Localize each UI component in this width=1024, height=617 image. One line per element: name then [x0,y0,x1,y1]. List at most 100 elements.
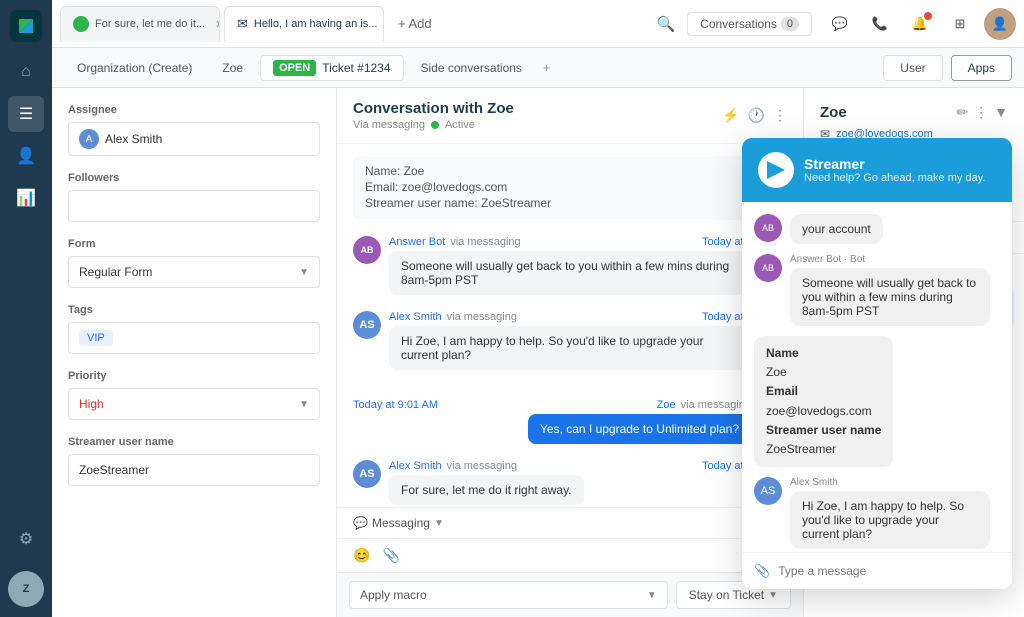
chat-icon[interactable]: 💬 [824,8,856,40]
streamer-input-area: 📎 [742,552,1012,589]
priority-label: Priority [68,370,320,382]
alex2-avatar: AS [353,460,381,488]
conv-subtitle: Via messaging Active [353,119,514,131]
sub-tab-side-conversations[interactable]: Side conversations [408,56,535,80]
zoe-content: Zoe via messaging Today at 9:01 AM Yes, … [353,399,751,444]
conv-footer-toolbar: 💬 Messaging ▼ [337,508,803,538]
conv-status: Active [445,119,475,131]
streamer-input[interactable]: ZoeStreamer [68,454,320,486]
user-profile-avatar[interactable]: 👤 [984,8,1016,40]
alex2-sender: Alex Smith [389,460,442,472]
sub-tab-ticket[interactable]: OPEN Ticket #1234 [260,55,403,81]
messaging-label: Messaging [372,516,430,530]
streamer-header: Streamer Need help? Go ahead, make my da… [742,138,1012,202]
streamer-popup: Streamer Need help? Go ahead, make my da… [742,138,1012,589]
nav-logo[interactable] [10,10,42,42]
bot-meta: Answer Bot via messaging Today at 9:01 A… [389,236,787,248]
grid-icon[interactable]: ⊞ [944,8,976,40]
tab-zoe-close[interactable]: ✕ [215,18,220,31]
center-panel: Conversation with Zoe Via messaging Acti… [337,88,804,617]
followers-input[interactable] [68,190,320,222]
alex1-content: Alex Smith via messaging Today at 9:01 A… [389,311,787,383]
streamer-message-input[interactable] [778,564,1000,578]
tags-group: Tags VIP [68,304,320,354]
assignee-avatar: A [79,129,99,149]
message-alex1: AS Alex Smith via messaging Today at 9:0… [353,311,787,383]
conv-footer-bottom: 😊 📎 Send [337,538,803,572]
sub-tab-right: User Apps [883,55,1012,81]
info-streamer-label: Streamer user name [766,421,881,440]
sub-tab-ticket-label: Ticket #1234 [322,61,390,75]
streamer-messages: AB your account AB Answer Bot · Bot Some… [742,202,1012,552]
alex2-content: Alex Smith via messaging Today at 9:01 A… [389,460,787,507]
user-more-icon[interactable]: ⋮ [974,104,988,121]
streamer-sender-1: Answer Bot · Bot [790,254,990,265]
streamer-bubble-3: Hi Zoe, I am happy to help. So you'd lik… [790,491,990,549]
conv-header: Conversation with Zoe Via messaging Acti… [337,88,803,144]
tab-janae[interactable]: ✉ Hello, I am having an is... ✕ [224,6,384,42]
bot-text: Someone will usually get back to you wit… [389,251,747,295]
notifications-icon[interactable]: 🔔 [904,8,936,40]
tab-zoe-avatar [73,16,89,32]
streamer-avatar-1: AB [754,254,782,282]
tab-zoe-label: For sure, let me do it... [95,18,205,30]
priority-value: High [79,397,104,411]
user-header-actions: ✏ ⋮ ▼ [956,104,1008,121]
priority-select[interactable]: High ▼ [68,388,320,420]
zoe-time: Today at 9:01 AM [353,399,438,411]
form-select[interactable]: Regular Form ▼ [68,256,320,288]
sub-tab-bar: Organization (Create) Zoe OPEN Ticket #1… [52,48,1024,88]
form-value: Regular Form [79,265,152,279]
tags-input[interactable]: VIP [68,322,320,354]
nav-reports-icon[interactable]: 📊 [8,180,44,216]
bot-content: Answer Bot via messaging Today at 9:01 A… [389,236,787,295]
sub-tab-add-icon[interactable]: + [543,60,551,75]
tab-add[interactable]: + Add [388,12,442,35]
nav-users-icon[interactable]: 👤 [8,138,44,174]
form-chevron-icon: ▼ [299,267,309,278]
user-expand-icon[interactable]: ▼ [994,104,1008,121]
apply-macro-select[interactable]: Apply macro ▼ [349,581,668,609]
alex2-text: For sure, let me do it right away. [389,475,584,505]
info-email-value: zoe@lovedogs.com [766,402,881,421]
streamer-msg-3: AS Alex Smith Hi Zoe, I am happy to help… [754,477,1000,549]
nav-user-avatar[interactable]: Z [8,571,44,607]
attachment-icon[interactable]: 📎 [382,547,399,564]
info-name-label: Name [766,344,881,363]
sub-tab-org[interactable]: Organization (Create) [64,56,205,80]
streamer-logo [758,152,794,188]
streamer-attachment-icon[interactable]: 📎 [754,563,770,579]
alex1-check-icon: ✓✓ [389,372,787,383]
emoji-icon[interactable]: 😊 [353,547,370,564]
bot-via: via messaging [450,236,520,248]
tab-search-icon[interactable]: 🔍 [656,15,675,33]
message-alex2: AS Alex Smith via messaging Today at 9:0… [353,460,787,507]
phone-icon[interactable]: 📞 [864,8,896,40]
nav-settings-icon[interactable]: ⚙ [8,521,44,557]
conversations-button[interactable]: Conversations 0 [687,12,812,36]
sub-tab-zoe[interactable]: Zoe [209,56,256,80]
followers-group: Followers [68,172,320,222]
assignee-group: Assignee A Alex Smith [68,104,320,156]
nav-ticket-icon[interactable]: ☰ [8,96,44,132]
content-area: Assignee A Alex Smith Followers Form Reg… [52,88,1024,617]
edit-icon[interactable]: ✏ [956,104,968,121]
conv-footer-icons: 😊 📎 [353,547,400,564]
streamer-msg-0: AB your account [754,214,1000,244]
user-tab-button[interactable]: User [883,55,942,81]
conv-actions: ⚡ 🕐 ⋮ [722,107,787,124]
tab-zoe[interactable]: For sure, let me do it... ✕ [60,6,220,42]
streamer-title: Streamer [804,156,985,172]
messaging-button[interactable]: 💬 Messaging ▼ [353,516,444,530]
apps-tab-button[interactable]: Apps [951,55,1012,81]
history-icon[interactable]: 🕐 [748,107,765,124]
ticket-open-badge: OPEN [273,60,316,76]
assignee-input[interactable]: A Alex Smith [68,122,320,156]
filter-icon[interactable]: ⚡ [722,107,739,124]
active-dot-icon [431,121,439,129]
conv-title: Conversation with Zoe [353,100,514,117]
nav-home-icon[interactable]: ⌂ [8,54,44,90]
sys-line2: Email: zoe@lovedogs.com [365,180,775,194]
notification-dot [924,12,932,20]
more-icon[interactable]: ⋮ [773,107,787,124]
